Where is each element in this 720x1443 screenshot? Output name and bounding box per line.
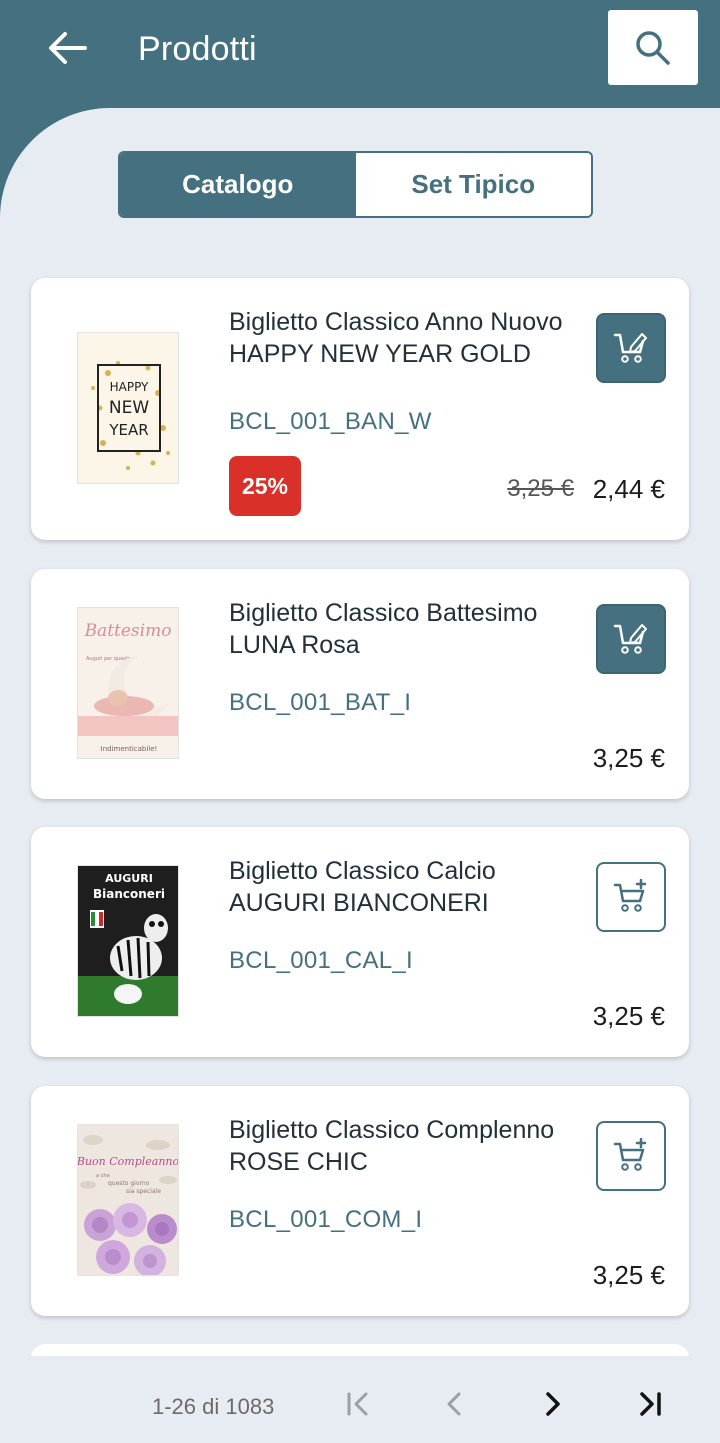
view-toggle: Catalogo Set Tipico [118,151,593,218]
product-name: Biglietto Classico Complenno ROSE CHIC [229,1116,555,1176]
add-to-cart-button[interactable] [596,862,666,932]
product-price: 2,44 € [592,474,665,504]
battesimo-card-image: Battesimo Auguri per questo giorno... In… [78,608,178,758]
first-page-button[interactable] [338,1384,378,1424]
tab-catalogo[interactable]: Catalogo [120,153,356,216]
search-button[interactable] [608,10,698,85]
product-sku: BCL_001_COM_I [229,1206,423,1233]
first-page-icon [347,1392,368,1416]
search-icon [636,30,670,65]
thumb-text: Battesimo [84,621,172,641]
edit-cart-button[interactable] [596,313,666,383]
thumb-text: questo giorno [108,1180,150,1187]
thumb-text: Bianconeri [93,887,165,901]
thumb-text: NEW [109,398,149,418]
thumb-text: AUGURI [105,872,153,885]
page-title: Prodotti [138,30,257,68]
bianconeri-card-image: AUGURI Bianconeri [78,866,178,1016]
product-card[interactable]: HAPPY NEW YEAR Biglietto Classico Anno N… [31,278,689,540]
cart-add-icon [613,879,647,912]
add-to-cart-button[interactable] [596,1121,666,1191]
next-page-button[interactable] [532,1384,572,1424]
pagination-range: 1-26 di 1083 [152,1394,275,1419]
product-sku: BCL_001_CAL_I [229,947,414,974]
cart-edit-icon [613,624,647,654]
tab-set-tipico[interactable]: Set Tipico [355,153,591,216]
thumb-text: Buon Compleanno [78,1155,179,1168]
cart-edit-icon [613,333,647,363]
chevron-left-icon [447,1392,461,1416]
thumb-text: a che [96,1173,110,1179]
thumb-text: sia speciale [126,1188,161,1195]
product-card[interactable]: Buon Compleanno a che questo giorno sia … [31,1086,689,1316]
original-price: 3,25 € [507,475,574,502]
product-price: 3,25 € [592,1260,665,1290]
pagination-bar: 1-26 di 1083 [0,1356,720,1443]
product-sku: BCL_001_BAN_W [229,408,432,435]
cart-add-icon [613,1138,647,1171]
product-card[interactable]: AUGURI Bianconeri Biglietto Classico Cal… [31,827,689,1057]
last-page-button[interactable] [630,1384,670,1424]
product-price: 3,25 € [592,1001,665,1031]
rose-chic-card-image: Buon Compleanno a che questo giorno sia … [78,1125,179,1275]
arrow-left-icon [49,32,87,64]
previous-page-button[interactable] [435,1384,475,1424]
product-image: Buon Compleanno a che questo giorno sia … [77,1124,179,1276]
product-image: Battesimo Auguri per questo giorno... In… [77,607,179,759]
chevron-right-icon [546,1392,560,1416]
product-name: Biglietto Classico Anno Nuovo HAPPY NEW … [229,308,563,368]
product-sku: BCL_001_BAT_I [229,689,412,716]
product-image: AUGURI Bianconeri [77,865,179,1017]
product-card[interactable]: Battesimo Auguri per questo giorno... In… [31,569,689,799]
edit-cart-button[interactable] [596,604,666,674]
happy-new-year-card-image: HAPPY NEW YEAR [78,333,178,483]
product-price: 3,25 € [592,743,665,773]
last-page-icon [640,1392,661,1416]
thumb-text: Indimenticabile! [101,745,158,753]
discount-badge: 25% [229,456,301,516]
product-image: HAPPY NEW YEAR [77,332,179,484]
thumb-text: YEAR [108,421,148,439]
thumb-text: HAPPY [110,380,149,394]
product-name: Biglietto Classico Calcio AUGURI BIANCON… [229,857,496,917]
product-name: Biglietto Classico Battesimo LUNA Rosa [229,599,538,659]
back-button[interactable] [40,24,94,72]
